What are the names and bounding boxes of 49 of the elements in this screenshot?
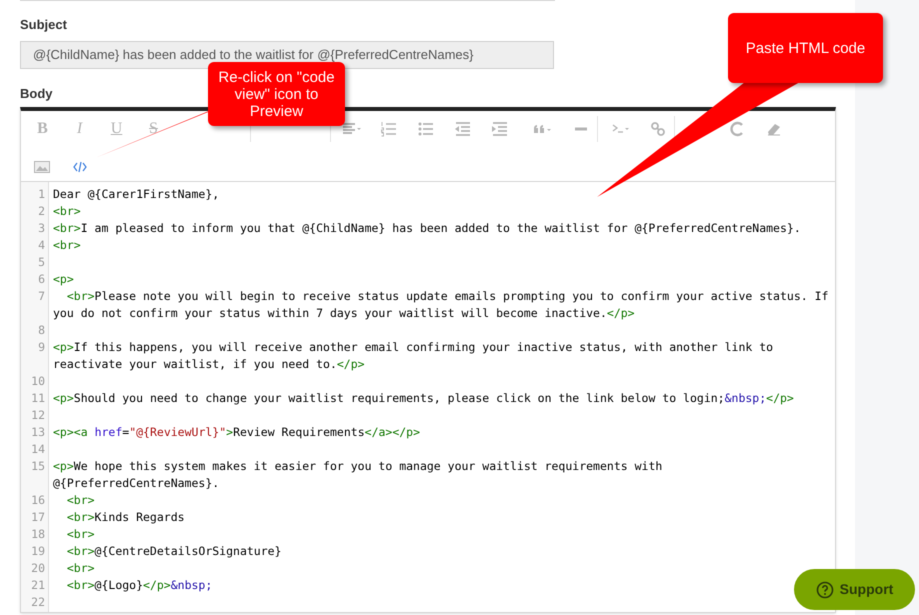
line-number: 19 bbox=[30, 543, 46, 560]
line-number: 13 bbox=[30, 424, 46, 441]
subject-field[interactable]: @{ChildName} has been added to the waitlist for @{PreferredCentreNames} bbox=[20, 40, 554, 68]
line-number: 9 bbox=[37, 339, 46, 356]
line-number: 17 bbox=[30, 509, 46, 526]
line-number: 3 bbox=[37, 220, 46, 237]
help-icon bbox=[816, 580, 834, 598]
code-line: <br>@{CentreDetailsOrSignature} bbox=[66, 543, 282, 560]
code-line: <p>Should you need to change your waitlist requirements, please click on the link below to login;&nbsp;</p> bbox=[52, 390, 795, 407]
line-number: 16 bbox=[30, 492, 46, 509]
code-line: <p><a href="@{ReviewUrl}">Review Requirements</a></p> bbox=[52, 424, 422, 441]
code-line: Dear @{Carer1FirstName}, bbox=[52, 186, 220, 203]
code-line: <br>Kinds Regards bbox=[66, 509, 186, 526]
code-line: <p> bbox=[52, 271, 75, 288]
subject-label: Subject bbox=[20, 16, 67, 34]
line-number: 6 bbox=[37, 271, 46, 288]
line-number: 4 bbox=[37, 237, 46, 254]
support-button[interactable]: Support bbox=[794, 569, 915, 610]
line-number: 1 bbox=[37, 186, 46, 203]
line-number: 18 bbox=[30, 526, 46, 543]
code-line: <br>@{Logo}</p>&nbsp; bbox=[66, 577, 214, 594]
code-line: <p>We hope this system makes it easier for you to manage your waitlist requirements with @{PreferredCentreNames}. bbox=[52, 458, 664, 492]
italic-button[interactable]: I bbox=[61, 114, 98, 144]
code-line: <br> bbox=[66, 560, 96, 577]
strike-button[interactable]: S bbox=[135, 114, 172, 144]
line-number: 14 bbox=[30, 441, 46, 458]
code-line: <br>Please note you will begin to receive status update emails prompting you to confirm your active status. If you do not confirm your status within 7 days your waitlist will become inactive.</p> bbox=[52, 288, 830, 322]
line-number: 2 bbox=[37, 203, 46, 220]
code-line: <p>If this happens, you will receive another email confirming your inactive status, with another link to reactivate your waitlist, if you need to.</p> bbox=[52, 339, 774, 373]
code-line: <br> bbox=[66, 526, 96, 543]
code-line: <br>I am pleased to inform you that @{ChildName} has been added to the waitlist for @{PreferredCentreNames}. bbox=[52, 220, 802, 237]
code-line: <br> bbox=[66, 492, 96, 509]
callout-note: Re-click on "code view" icon to Preview bbox=[208, 62, 345, 126]
line-number: 11 bbox=[30, 390, 46, 407]
line-number: 8 bbox=[37, 322, 46, 339]
underline-button[interactable]: U bbox=[98, 114, 135, 144]
callout-note: Paste HTML code bbox=[728, 13, 883, 83]
code-line: <br> bbox=[52, 237, 82, 254]
line-number: 5 bbox=[37, 254, 46, 271]
bold-button[interactable]: B bbox=[24, 114, 61, 144]
line-number: 15 bbox=[30, 458, 46, 475]
line-number: 10 bbox=[30, 373, 46, 390]
code-line: <br> bbox=[52, 203, 82, 220]
line-number: 22 bbox=[30, 594, 46, 611]
line-number: 20 bbox=[30, 560, 46, 577]
line-number: 12 bbox=[30, 407, 46, 424]
line-number: 7 bbox=[37, 288, 46, 305]
line-number: 21 bbox=[30, 577, 46, 594]
body-label: Body bbox=[20, 84, 52, 103]
